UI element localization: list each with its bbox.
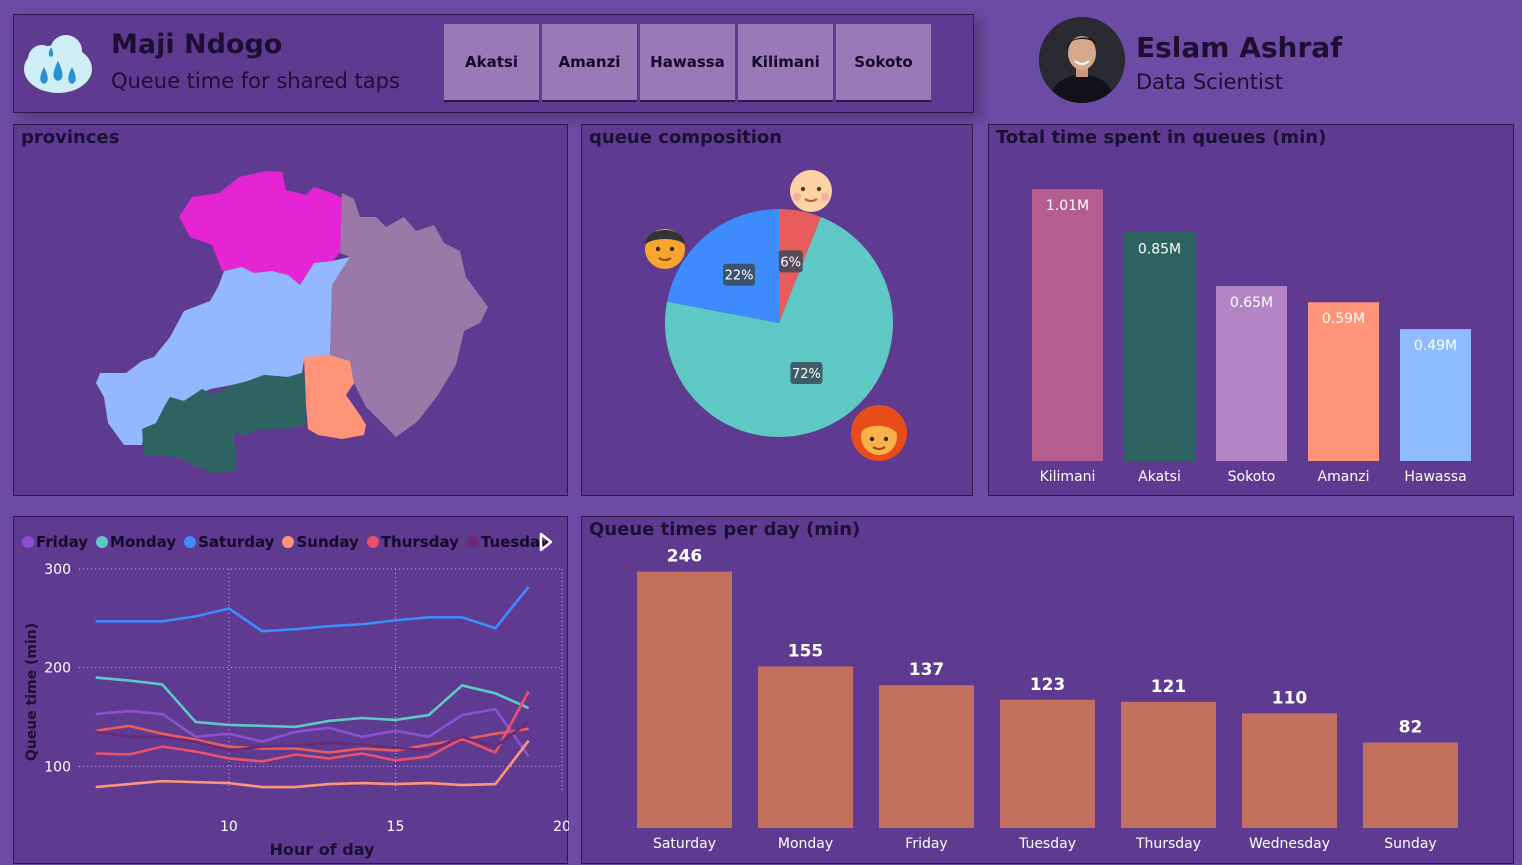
bar-monday[interactable]	[758, 666, 853, 828]
map-region-sokoto[interactable]	[330, 193, 488, 437]
pie-data-label: 22%	[725, 269, 754, 284]
bar-data-label: 0.65M	[1230, 295, 1273, 311]
provinces-map	[96, 171, 488, 473]
x-tick-label: Wednesday	[1249, 836, 1330, 852]
x-tick-label: Hawassa	[1404, 469, 1466, 485]
bar-data-label: 123	[1030, 675, 1066, 695]
bar-friday[interactable]	[879, 685, 974, 828]
bar-saturday[interactable]	[637, 571, 732, 828]
queue-composition-panel: queue composition 6% 72% 22%	[581, 124, 973, 496]
hourly-queue-panel: Friday Monday Saturday Sunday Thursday Tuesda…	[13, 516, 569, 864]
daily-queue-bar-chart: 246 Saturday 155 Monday 137 Friday 123 Tuesday 1…	[637, 547, 1458, 852]
bar-data-label: 137	[909, 660, 945, 680]
bar-akatsi[interactable]	[1124, 232, 1195, 461]
y-axis-title: Queue time (min)	[24, 623, 40, 761]
x-tick-label: 10	[220, 819, 238, 835]
series-line-monday[interactable]	[95, 676, 530, 729]
bar-data-label: 110	[1272, 688, 1308, 708]
x-tick-label: Amanzi	[1318, 469, 1370, 485]
total-time-panel: Total time spent in queues (min) 1.01M Ki…	[988, 124, 1514, 496]
x-tick-label: Tuesday	[1018, 836, 1076, 852]
app-title: Maji Ndogo	[111, 29, 283, 60]
header-banner: Maji Ndogo Queue time for shared taps Ak…	[13, 14, 974, 113]
bar-data-label: 246	[667, 547, 703, 567]
slicer-tab-akatsi[interactable]: Akatsi	[444, 24, 539, 102]
bar-data-label: 121	[1151, 677, 1187, 697]
x-tick-label: Kilimani	[1040, 469, 1096, 485]
bar-data-label: 0.85M	[1138, 241, 1181, 257]
x-tick-label: Sokoto	[1228, 469, 1276, 485]
y-tick-label: 200	[44, 661, 71, 677]
y-tick-label: 100	[44, 759, 71, 775]
avatar	[1039, 17, 1125, 103]
slicer-tab-amanzi[interactable]: Amanzi	[542, 24, 637, 102]
bar-sokoto[interactable]	[1216, 286, 1287, 461]
x-tick-label: 20	[553, 819, 569, 835]
bar-wednesday[interactable]	[1242, 713, 1337, 828]
x-tick-label: Sunday	[1384, 836, 1436, 852]
queue-composition-pie-chart: 6% 72% 22%	[645, 170, 907, 461]
bar-kilimani[interactable]	[1032, 189, 1103, 461]
profile-name: Eslam Ashraf	[1136, 31, 1343, 64]
y-tick-label: 300	[44, 562, 71, 578]
x-tick-label: Saturday	[653, 836, 716, 852]
baby-emoji-icon	[790, 170, 832, 212]
x-tick-label: 15	[387, 819, 405, 835]
series-line-saturday[interactable]	[95, 585, 530, 633]
woman-emoji-icon	[851, 405, 907, 461]
provinces-map-panel: provinces	[13, 124, 568, 496]
pie-data-label: 72%	[792, 367, 821, 382]
water-cloud-icon	[24, 35, 92, 93]
pie-data-label: 6%	[780, 255, 801, 270]
x-tick-label: Friday	[905, 836, 947, 852]
bar-data-label: 155	[788, 641, 824, 661]
bar-data-label: 82	[1399, 718, 1423, 738]
hourly-queue-line-chart: 100 200 300 10 15 20 Hour of day Queue time (mi…	[24, 562, 569, 859]
daily-queue-panel: Queue times per day (min) 246 Saturday 155…	[581, 516, 1514, 864]
x-tick-label: Akatsi	[1138, 469, 1181, 485]
x-tick-label: Thursday	[1135, 836, 1201, 852]
bar-data-label: 1.01M	[1046, 198, 1089, 214]
total-time-bar-chart: 1.01M Kilimani 0.85M Akatsi 0.65M Sokoto 0.59M…	[1032, 189, 1471, 485]
slicer-tab-kilimani[interactable]: Kilimani	[738, 24, 833, 102]
x-tick-label: Monday	[778, 836, 833, 852]
profile-role: Data Scientist	[1136, 70, 1283, 94]
x-axis-title: Hour of day	[270, 840, 376, 859]
slicer-tab-hawassa[interactable]: Hawassa	[640, 24, 735, 102]
slicer-tab-sokoto[interactable]: Sokoto	[836, 24, 931, 102]
bar-data-label: 0.59M	[1322, 311, 1365, 327]
app-subtitle: Queue time for shared taps	[111, 69, 400, 93]
province-slicer: Akatsi Amanzi Hawassa Kilimani Sokoto	[444, 24, 931, 102]
man-emoji-icon	[645, 229, 685, 269]
bar-sunday[interactable]	[1363, 742, 1458, 828]
bar-thursday[interactable]	[1121, 701, 1216, 828]
bar-tuesday[interactable]	[1000, 699, 1095, 828]
bar-data-label: 0.49M	[1414, 338, 1457, 354]
